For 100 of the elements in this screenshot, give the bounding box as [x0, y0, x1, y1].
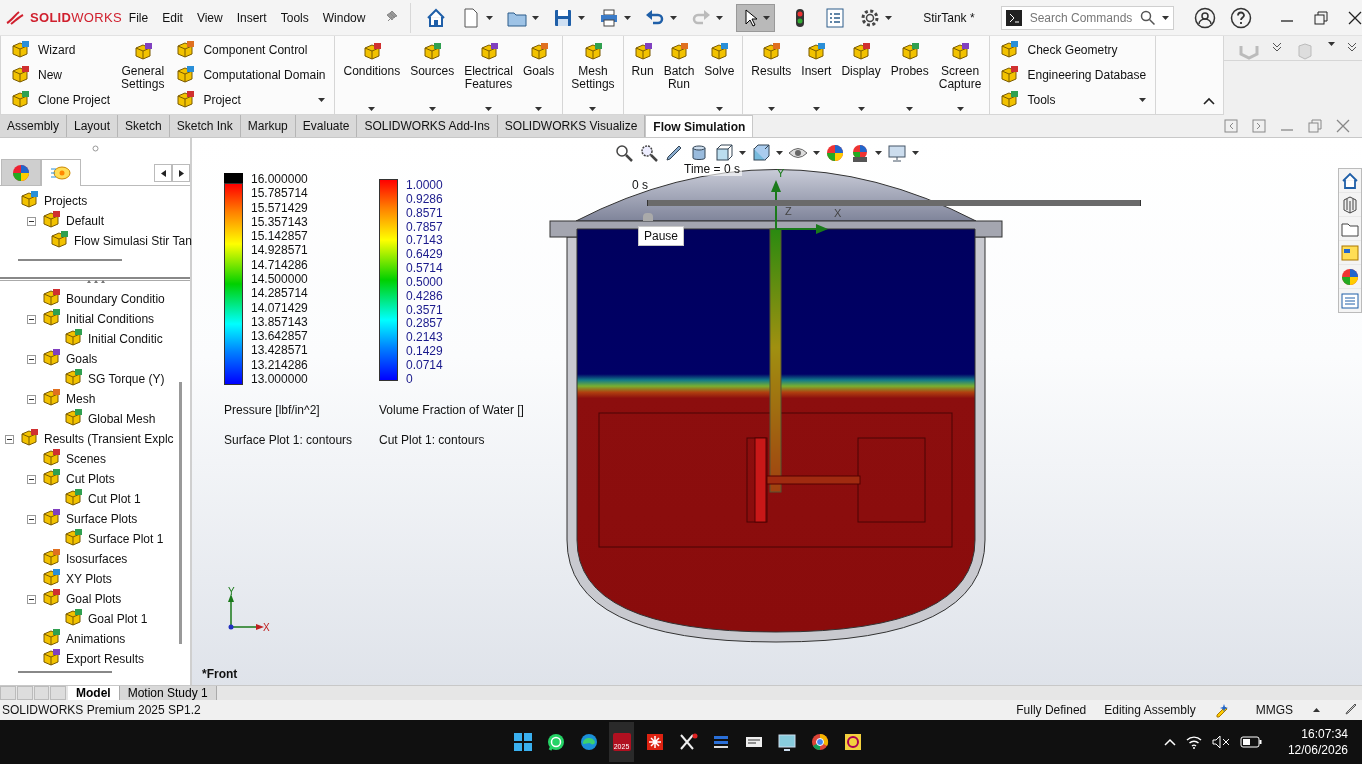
tree-item[interactable]: Scenes — [66, 452, 107, 466]
panel-right-icon[interactable] — [1252, 119, 1266, 133]
ribbon-button[interactable]: New — [8, 63, 113, 87]
user-icon[interactable] — [1194, 6, 1216, 29]
menu-item[interactable]: Insert — [229, 7, 274, 28]
menu-item[interactable]: View — [189, 7, 230, 28]
ribbon-button[interactable]: Display — [837, 38, 885, 114]
start-icon[interactable] — [512, 732, 533, 752]
app-icon[interactable] — [578, 732, 599, 752]
restore-icon[interactable] — [1314, 10, 1328, 25]
ribbon-button[interactable]: Goals — [518, 38, 559, 114]
color-ball-icon[interactable] — [1340, 266, 1360, 287]
cube-icon[interactable] — [714, 143, 734, 163]
tree-item[interactable]: Cut Plot 1 — [88, 492, 141, 506]
ribbon-button[interactable]: Wizard — [8, 38, 113, 63]
list-icon[interactable] — [824, 6, 847, 29]
menu-item[interactable]: Window — [315, 7, 373, 28]
scrollbar[interactable] — [179, 382, 182, 644]
x-icon[interactable] — [677, 732, 698, 752]
caret-up-icon[interactable] — [1313, 708, 1320, 712]
tree-item[interactable]: Global Mesh — [88, 412, 156, 426]
panel-left-icon[interactable] — [1224, 119, 1238, 133]
snowflake-icon[interactable] — [644, 732, 665, 752]
menu-item[interactable]: Tools — [273, 7, 316, 28]
search-input[interactable]: Search Commands — [1027, 9, 1134, 26]
units-button[interactable]: MMGS — [1255, 703, 1293, 717]
cube-icon[interactable] — [751, 143, 771, 163]
ribbon-button[interactable]: Clone Project — [8, 87, 113, 112]
tree-item[interactable]: SG Torque (Y) — [88, 372, 165, 386]
splitter-grip-icon[interactable] — [85, 279, 105, 283]
tree-item[interactable]: Goal Plot 1 — [88, 612, 148, 626]
magnifier-icon[interactable] — [614, 143, 634, 163]
panel-tab[interactable] — [1, 159, 41, 185]
ribbon-button[interactable]: Batch Run — [659, 38, 699, 114]
clock[interactable]: 16:07:34 12/06/2026 — [1287, 726, 1348, 758]
menu-item[interactable]: Edit — [155, 7, 190, 28]
speaker-muted-icon[interactable] — [1211, 735, 1230, 749]
tree-item[interactable]: XY Plots — [66, 572, 112, 586]
scroll-right-button[interactable] — [172, 164, 190, 182]
slider-thumb[interactable] — [643, 213, 653, 221]
tree-item[interactable]: Goals — [66, 352, 98, 366]
ribbon-button[interactable]: Engineering Database — [997, 63, 1149, 87]
search-field[interactable]: Search Commands — [1000, 5, 1174, 30]
tree-item[interactable]: Cut Plots — [66, 472, 115, 486]
panel-icon[interactable] — [1340, 242, 1360, 263]
expander-icon[interactable] — [26, 514, 36, 524]
ribbon-button[interactable]: Screen Capture — [934, 38, 986, 114]
tree-item[interactable]: Default — [66, 214, 105, 228]
tree-item[interactable]: Export Results — [66, 652, 145, 666]
tree-item[interactable]: Projects — [44, 194, 88, 208]
collapse-icon[interactable] — [1203, 97, 1215, 105]
tree-item[interactable]: Results (Transient Explc — [44, 432, 174, 446]
battery-icon[interactable] — [1239, 736, 1262, 748]
grip-icon[interactable] — [91, 145, 99, 152]
expander-icon[interactable] — [4, 434, 14, 444]
color-ball-icon[interactable] — [825, 143, 845, 163]
chevron-icon[interactable] — [1347, 42, 1357, 52]
ribbon-button[interactable]: Project — [173, 87, 328, 112]
pencil-icon[interactable] — [664, 143, 684, 163]
ribbon-button[interactable]: Component Control — [173, 38, 328, 63]
expander-icon[interactable] — [26, 216, 36, 226]
ribbon-button[interactable]: Mesh Settings — [567, 38, 619, 114]
help-icon[interactable] — [1230, 6, 1252, 29]
select-button[interactable] — [736, 3, 776, 32]
pencil-icon[interactable] — [1344, 701, 1358, 716]
chat-bubble-icon[interactable] — [545, 732, 566, 752]
ribbon-button[interactable]: Probes — [886, 38, 933, 114]
scroll-left-button[interactable] — [154, 164, 172, 182]
tree-item[interactable]: Boundary Conditio — [66, 292, 165, 306]
ribbon-button[interactable]: Electrical Features — [460, 38, 517, 114]
wifi-icon[interactable] — [1185, 735, 1202, 749]
ribbon-button[interactable]: Computational Domain — [173, 63, 328, 87]
color-ball-icon[interactable] — [850, 143, 870, 163]
bottom-tab[interactable]: Model — [68, 686, 120, 700]
tree-item[interactable]: Surface Plot 1 — [88, 532, 164, 546]
tree-item[interactable]: Isosurfaces — [66, 552, 128, 566]
magnifier-icon[interactable] — [639, 143, 659, 163]
home-icon[interactable] — [1340, 170, 1360, 191]
rebuild-icon[interactable] — [1213, 702, 1230, 718]
scrollbar[interactable] — [18, 671, 112, 673]
ribbon-button[interactable]: Tools — [997, 87, 1149, 112]
app-icon[interactable] — [809, 732, 830, 752]
tree-item[interactable]: Mesh — [66, 392, 96, 406]
chevron-icon[interactable] — [1272, 42, 1282, 52]
tree-item[interactable]: Animations — [66, 632, 126, 646]
ribbon-button[interactable]: Run — [627, 38, 658, 114]
chevron-up-icon[interactable] — [1163, 738, 1176, 746]
ribbon-button[interactable]: Sources — [406, 38, 459, 114]
cylinder-icon[interactable] — [689, 143, 709, 163]
expander-icon[interactable] — [26, 354, 36, 364]
command-tab[interactable]: Flow Simulation — [645, 115, 754, 137]
monitor-icon[interactable] — [776, 732, 797, 752]
ribbon-button[interactable]: Check Geometry — [997, 38, 1149, 63]
expander-icon[interactable] — [26, 394, 36, 404]
ribbon-button[interactable]: Results — [747, 38, 796, 114]
tree-item[interactable]: Flow Simulasi Stir Tan — [74, 234, 192, 248]
ribbon-button[interactable]: Solve — [700, 38, 739, 114]
tree-item[interactable]: Surface Plots — [66, 512, 138, 526]
ribbon-button[interactable]: Insert — [797, 38, 836, 114]
close-icon[interactable] — [1348, 10, 1362, 25]
